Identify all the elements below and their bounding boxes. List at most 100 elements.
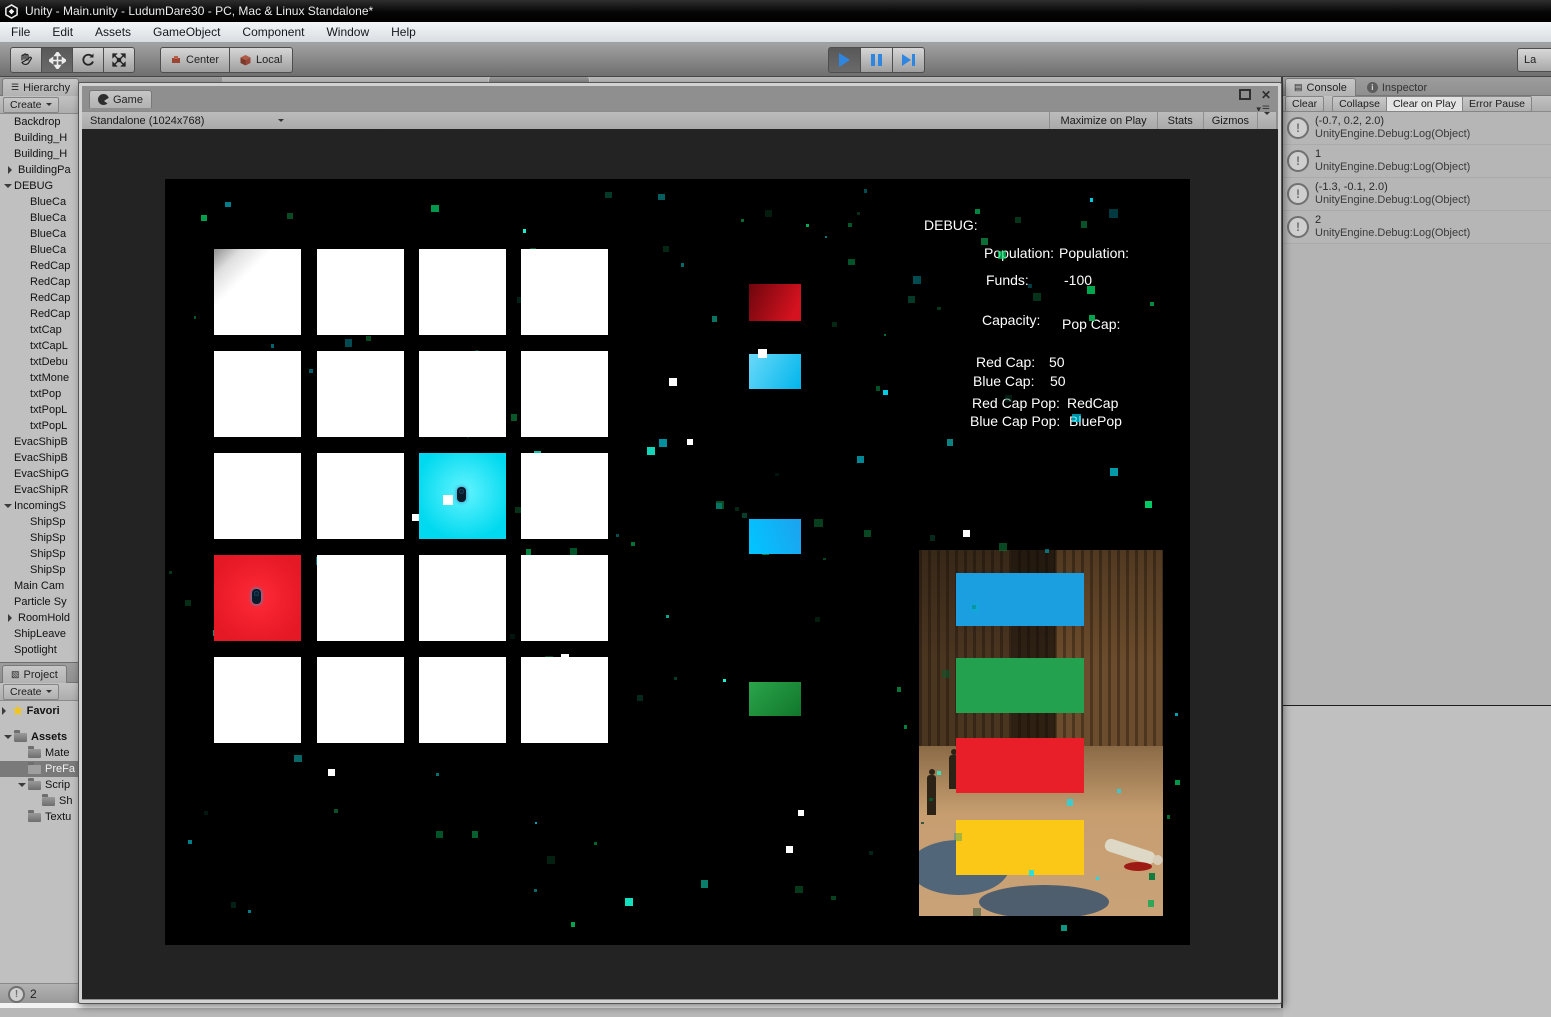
- console-clear-button[interactable]: Clear: [1285, 95, 1325, 112]
- grid-cell[interactable]: [317, 555, 404, 641]
- console-log-entry[interactable]: ! 2 UnityEngine.Debug:Log(Object): [1283, 211, 1551, 244]
- console-log-entry[interactable]: ! (-1.3, -0.1, 2.0) UnityEngine.Debug:Log(…: [1283, 178, 1551, 211]
- particle: [998, 250, 1007, 259]
- pause-button[interactable]: [861, 47, 893, 73]
- project-create-button[interactable]: Create: [3, 683, 59, 700]
- tab-console[interactable]: ▤ Console: [1285, 78, 1356, 96]
- stats-toggle[interactable]: Stats: [1158, 115, 1203, 127]
- grid-cell[interactable]: [521, 555, 608, 641]
- tab-game[interactable]: Game: [89, 90, 152, 108]
- hand-tool-button[interactable]: [10, 47, 42, 73]
- console-clear-on-play-button[interactable]: Clear on Play: [1386, 95, 1463, 112]
- maximize-on-play-toggle[interactable]: Maximize on Play: [1050, 115, 1156, 127]
- hierarchy-item-label: DEBUG: [14, 180, 54, 192]
- grid-cell[interactable]: [317, 249, 404, 335]
- grid-cell[interactable]: [419, 657, 506, 743]
- grid-cell[interactable]: [419, 249, 506, 335]
- grid-cell[interactable]: [317, 351, 404, 437]
- grid-cell[interactable]: [214, 657, 301, 743]
- particle: [680, 263, 685, 267]
- collapse-arrow-icon[interactable]: [4, 184, 12, 192]
- grid-cell[interactable]: [214, 453, 301, 539]
- grid-cell[interactable]: [521, 351, 608, 437]
- particle: [625, 898, 633, 906]
- particle: [999, 543, 1007, 551]
- console-log-entry[interactable]: ! (-0.7, 0.2, 2.0) UnityEngine.Debug:Log(O…: [1283, 112, 1551, 145]
- tab-hierarchy[interactable]: ☰ Hierarchy: [2, 78, 80, 96]
- grid-cell[interactable]: [317, 453, 404, 539]
- console-collapse-button[interactable]: Collapse: [1332, 95, 1387, 112]
- menu-component[interactable]: Component: [231, 23, 315, 41]
- particle: [863, 189, 868, 193]
- particle: [522, 229, 527, 233]
- collapse-arrow-icon[interactable]: [4, 735, 12, 743]
- red-button[interactable]: [956, 738, 1084, 793]
- collapse-arrow-icon[interactable]: [18, 783, 26, 791]
- hierarchy-item-label: RedCap: [30, 308, 71, 320]
- move-tool-button[interactable]: [42, 47, 73, 73]
- grid-cell[interactable]: [214, 555, 301, 641]
- tab-project[interactable]: ▧ Project: [2, 665, 67, 683]
- close-window-icon[interactable]: ✕: [1261, 89, 1271, 101]
- menu-assets[interactable]: Assets: [84, 23, 142, 41]
- grid-cell[interactable]: [214, 351, 301, 437]
- grid-cell[interactable]: [419, 555, 506, 641]
- layers-dropdown[interactable]: La: [1517, 48, 1551, 72]
- tab-inspector[interactable]: i Inspector: [1358, 78, 1436, 96]
- rotation-local-button[interactable]: Local: [230, 47, 294, 73]
- menu-file[interactable]: File: [0, 23, 41, 41]
- debug-value: RedCap: [1067, 395, 1119, 411]
- expand-arrow-icon[interactable]: [8, 166, 16, 174]
- ship-rect[interactable]: [749, 519, 801, 554]
- gizmos-arrow[interactable]: [1258, 111, 1276, 130]
- game-viewport: DEBUG: Population: Population: Funds: -100 Ca…: [165, 179, 1190, 945]
- gizmos-dropdown[interactable]: Gizmos: [1204, 115, 1257, 127]
- console-error-pause-button[interactable]: Error Pause: [1462, 95, 1533, 112]
- debug-value: 50: [1049, 354, 1065, 370]
- ship-rect[interactable]: [749, 682, 801, 716]
- grid-cell[interactable]: [317, 657, 404, 743]
- play-icon: [839, 53, 850, 67]
- grid-cell[interactable]: [521, 657, 608, 743]
- menu-edit[interactable]: Edit: [41, 23, 84, 41]
- particle: [333, 808, 339, 814]
- green-button[interactable]: [956, 658, 1084, 713]
- particle: [510, 414, 518, 421]
- menu-gameobject[interactable]: GameObject: [142, 23, 231, 41]
- ship-rect[interactable]: [749, 284, 801, 321]
- particle: [857, 456, 864, 463]
- scale-tool-button[interactable]: [104, 47, 135, 73]
- debug-label: Red Cap:: [976, 354, 1036, 370]
- debug-label: Population:: [984, 245, 1055, 261]
- grid-cell[interactable]: [521, 453, 608, 539]
- blue-button[interactable]: [956, 573, 1084, 626]
- ship-rect[interactable]: [749, 354, 801, 389]
- yellow-button[interactable]: [956, 820, 1084, 875]
- hierarchy-create-button[interactable]: Create: [3, 96, 59, 113]
- play-button[interactable]: [828, 47, 861, 73]
- console-log-entry[interactable]: ! 1 UnityEngine.Debug:Log(Object): [1283, 145, 1551, 178]
- particle: [1033, 293, 1042, 302]
- grid-cell[interactable]: [521, 249, 608, 335]
- rotate-tool-button[interactable]: [73, 47, 104, 73]
- expand-arrow-icon[interactable]: [8, 614, 16, 622]
- hierarchy-item-label: ShipSp: [30, 516, 66, 528]
- grid-cell[interactable]: [214, 249, 301, 335]
- hierarchy-item-label: txtPopL: [30, 404, 68, 416]
- particle: [831, 895, 837, 901]
- grid-cell[interactable]: [419, 351, 506, 437]
- pivot-center-button[interactable]: Center: [160, 47, 231, 73]
- collapse-arrow-icon[interactable]: [4, 504, 12, 512]
- log-source: UnityEngine.Debug:Log(Object): [1315, 194, 1471, 206]
- grid-cell[interactable]: [419, 453, 506, 539]
- particle: [734, 506, 740, 512]
- particle: [471, 831, 478, 838]
- maximize-window-icon[interactable]: [1238, 89, 1251, 100]
- step-icon: [902, 54, 915, 66]
- particle: [913, 275, 921, 284]
- menu-help[interactable]: Help: [380, 23, 427, 41]
- aspect-dropdown[interactable]: Standalone (1024x768): [82, 115, 292, 127]
- step-button[interactable]: [893, 47, 925, 73]
- folder-open-icon: [14, 729, 27, 742]
- menu-window[interactable]: Window: [315, 23, 380, 41]
